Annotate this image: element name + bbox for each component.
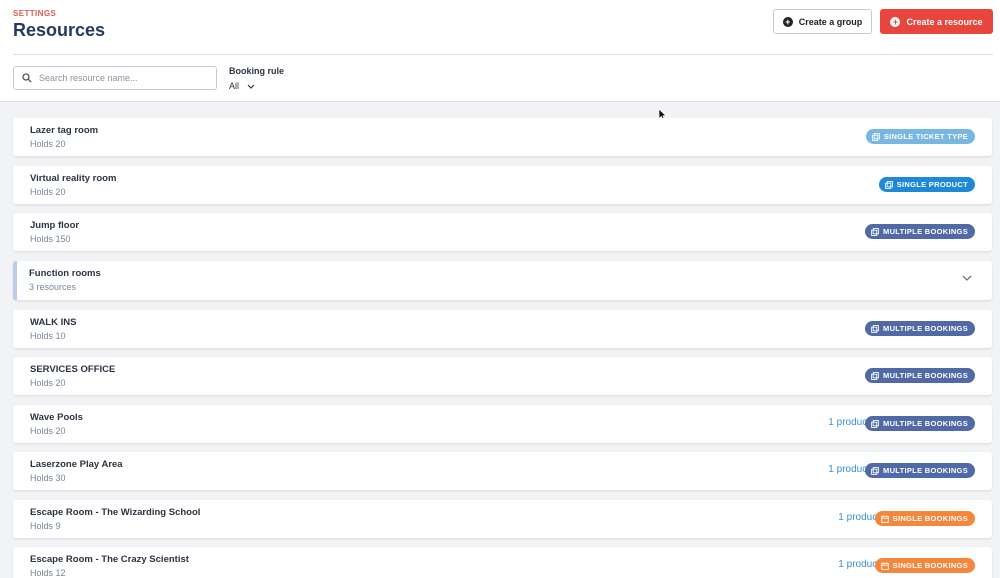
badge-label: SINGLE BOOKINGS <box>892 561 968 570</box>
resource-capacity: Holds 20 <box>30 426 66 436</box>
badge-label: MULTIPLE BOOKINGS <box>883 371 968 380</box>
resource-name: Laserzone Play Area <box>30 459 123 470</box>
copy-icon <box>871 324 879 333</box>
booking-rule-badge: MULTIPLE BOOKINGS <box>865 416 975 431</box>
calendar-icon <box>880 514 889 523</box>
copy-icon <box>871 132 880 141</box>
resource-capacity: Holds 20 <box>30 139 66 149</box>
booking-rule-badge: SINGLE BOOKINGS <box>874 511 975 526</box>
group-name: Function rooms <box>29 268 101 279</box>
list-item[interactable]: SERVICES OFFICE Holds 20 MULTIPLE BOOKIN… <box>13 357 992 395</box>
booking-rule-badge: MULTIPLE BOOKINGS <box>865 321 975 336</box>
list-item[interactable]: Virtual reality room Holds 20 SINGLE PRO… <box>13 166 992 204</box>
list-item[interactable]: Lazer tag room Holds 20 SINGLE TICKET TY… <box>13 118 992 156</box>
resource-name: Escape Room - The Crazy Scientist <box>30 554 189 565</box>
calendar-icon <box>880 561 889 570</box>
resource-capacity: Holds 10 <box>30 331 66 341</box>
search-input[interactable] <box>39 73 199 83</box>
page-header: SETTINGS Resources + Create a group + Cr… <box>0 0 1000 102</box>
booking-rule-label: Booking rule <box>229 66 285 76</box>
list-item[interactable]: Jump floor Holds 150 MULTIPLE BOOKINGS <box>13 213 992 251</box>
search-box[interactable] <box>13 66 217 90</box>
copy-icon <box>884 180 893 189</box>
booking-rule-badge: SINGLE TICKET TYPE <box>865 129 975 144</box>
badge-label: SINGLE BOOKINGS <box>892 514 968 523</box>
resource-capacity: Holds 20 <box>30 187 66 197</box>
product-count-link[interactable]: 1 product <box>828 417 870 428</box>
copy-icon <box>871 466 879 475</box>
resource-capacity: Holds 9 <box>30 521 61 531</box>
create-group-label: Create a group <box>798 16 863 27</box>
create-resource-label: Create a resource <box>906 16 983 27</box>
chevron-down-icon <box>247 84 255 89</box>
resource-name: Jump floor <box>30 220 80 231</box>
breadcrumb[interactable]: SETTINGS <box>13 9 56 18</box>
resource-group-row[interactable]: Function rooms 3 resources <box>13 261 992 300</box>
booking-rule-badge: MULTIPLE BOOKINGS <box>865 368 975 383</box>
booking-rule-badge: MULTIPLE BOOKINGS <box>865 224 975 239</box>
create-group-button[interactable]: + Create a group <box>773 9 872 34</box>
chevron-down-icon[interactable] <box>962 275 972 281</box>
resource-name: SERVICES OFFICE <box>30 364 116 375</box>
resource-name: Wave Pools <box>30 412 83 423</box>
header-divider <box>13 54 993 55</box>
copy-icon <box>871 227 879 236</box>
product-count-link[interactable]: 1 product <box>838 512 880 523</box>
product-count-link[interactable]: 1 product <box>828 464 870 475</box>
resource-capacity: Holds 150 <box>30 234 71 244</box>
booking-rule-badge: SINGLE BOOKINGS <box>874 558 975 573</box>
badge-label: SINGLE TICKET TYPE <box>883 132 968 141</box>
badge-label: MULTIPLE BOOKINGS <box>883 227 968 236</box>
resource-name: Lazer tag room <box>30 125 99 136</box>
badge-label: MULTIPLE BOOKINGS <box>883 466 968 475</box>
booking-rule-value: All <box>229 81 240 91</box>
plus-circle-icon: + <box>890 16 901 27</box>
copy-icon <box>871 371 879 380</box>
group-count: 3 resources <box>29 282 77 292</box>
booking-rule-badge: MULTIPLE BOOKINGS <box>865 463 975 478</box>
booking-rule-badge: SINGLE PRODUCT <box>878 177 975 192</box>
list-item[interactable]: Escape Room - The Wizarding School Holds… <box>13 500 992 538</box>
resource-name: WALK INS <box>30 317 77 328</box>
plus-circle-icon: + <box>782 16 793 27</box>
resource-capacity: Holds 12 <box>30 568 66 578</box>
copy-icon <box>871 419 879 428</box>
resource-capacity: Holds 20 <box>30 378 66 388</box>
list-item[interactable]: WALK INS Holds 10 MULTIPLE BOOKINGS <box>13 310 992 348</box>
resource-name: Virtual reality room <box>30 173 117 184</box>
list-item[interactable]: Escape Room - The Crazy Scientist Holds … <box>13 547 992 578</box>
badge-label: SINGLE PRODUCT <box>896 180 968 189</box>
booking-rule-select[interactable]: All <box>229 81 255 91</box>
page-title: Resources <box>13 20 106 40</box>
product-count-link[interactable]: 1 product <box>838 559 880 570</box>
badge-label: MULTIPLE BOOKINGS <box>883 419 968 428</box>
list-item[interactable]: Laserzone Play Area Holds 30 1 product M… <box>13 452 992 490</box>
search-icon <box>22 73 32 83</box>
resource-name: Escape Room - The Wizarding School <box>30 507 201 518</box>
create-resource-button[interactable]: + Create a resource <box>880 9 993 34</box>
list-item[interactable]: Wave Pools Holds 20 1 product MULTIPLE B… <box>13 405 992 443</box>
badge-label: MULTIPLE BOOKINGS <box>883 324 968 333</box>
resource-capacity: Holds 30 <box>30 473 66 483</box>
